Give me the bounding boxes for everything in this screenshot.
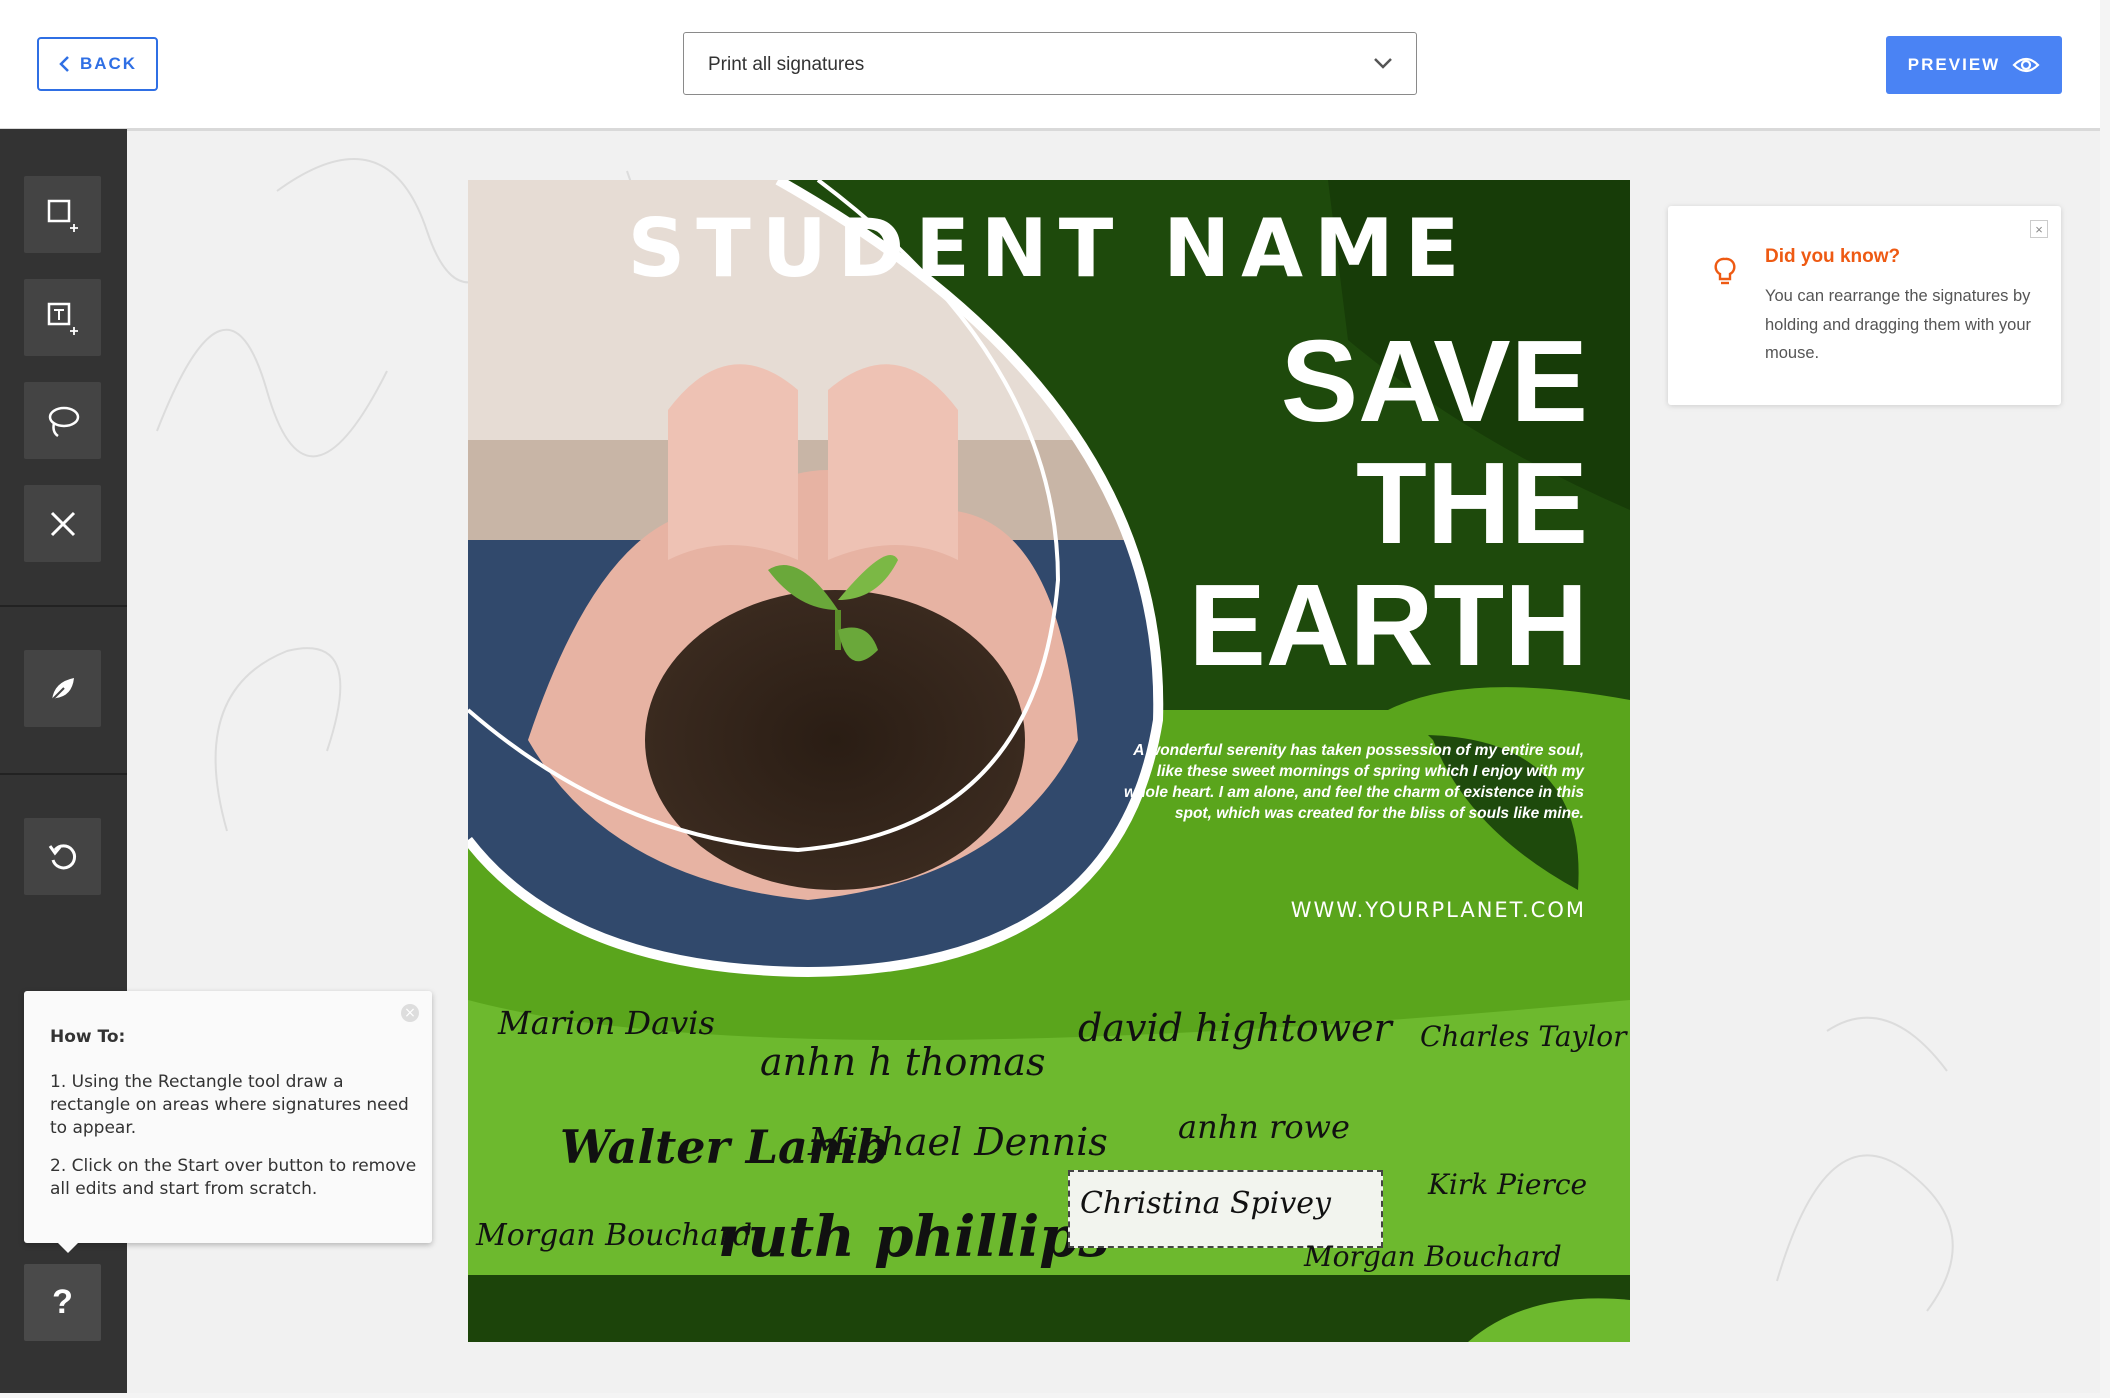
top-toolbar: BACK Print all signatures PREVIEW [0, 0, 2100, 131]
signature-item[interactable]: Marion Davis [498, 1004, 715, 1042]
back-button[interactable]: BACK [37, 37, 158, 91]
text-box-plus-icon [47, 302, 78, 335]
poster-headline: SAVE THE EARTH [1188, 320, 1588, 686]
headline-the: THE [1356, 438, 1588, 568]
signature-item[interactable]: anhn h thomas [760, 1040, 1046, 1084]
poster-document[interactable]: STUDENT NAME SAVE THE EARTH A wonderful … [468, 180, 1630, 1342]
selected-signature-box[interactable]: Christina Spivey [1068, 1170, 1383, 1248]
poster-url: WWW.YOURPLANET.COM [1290, 898, 1586, 922]
signature-feather-tool[interactable] [24, 650, 101, 727]
print-options-select[interactable]: Print all signatures [683, 32, 1417, 95]
back-label: BACK [79, 54, 138, 73]
did-you-know-tip: × Did you know? You can rearrange the si… [1668, 206, 2061, 405]
close-icon [50, 511, 75, 536]
help-button[interactable]: ? [24, 1264, 101, 1341]
chevron-left-icon [59, 56, 69, 72]
how-to-panel: × How To: 1. Using the Rectangle tool dr… [24, 991, 432, 1253]
signature-item[interactable]: Charles Taylor [1420, 1020, 1627, 1053]
close-icon[interactable]: × [401, 1004, 419, 1022]
poster-body-text: A wonderful serenity has taken possessio… [1124, 742, 1584, 822]
signature-item[interactable]: Morgan Bouchard [1304, 1240, 1562, 1273]
signature-item[interactable]: anhn rowe [1178, 1108, 1350, 1146]
close-icon[interactable]: × [2030, 220, 2048, 238]
add-text-tool[interactable] [24, 279, 101, 356]
eye-icon [2012, 57, 2040, 73]
preview-label: PREVIEW [1907, 55, 2001, 74]
sidebar-divider [0, 773, 127, 775]
signature-item[interactable]: david hightower [1078, 1006, 1392, 1050]
chevron-down-icon [1374, 58, 1392, 69]
undo-icon [48, 843, 76, 869]
tip-title: Did you know? [1765, 246, 1901, 267]
lightbulb-icon [1714, 257, 1736, 285]
how-to-title: How To: [50, 1027, 126, 1047]
print-select-value: Print all signatures [708, 54, 865, 75]
selected-signature-text: Christina Spivey [1080, 1186, 1332, 1221]
feather-icon [48, 677, 74, 703]
sidebar-divider [0, 605, 127, 607]
preview-button[interactable]: PREVIEW [1886, 36, 2062, 94]
how-to-step-1: 1. Using the Rectangle tool draw a recta… [50, 1072, 409, 1138]
rectangle-plus-icon [47, 199, 78, 232]
add-rectangle-tool[interactable] [24, 176, 101, 253]
delete-tool[interactable] [24, 485, 101, 562]
headline-save: SAVE [1280, 316, 1588, 446]
tip-body: You can rearrange the signatures by hold… [1765, 287, 2032, 362]
signature-item[interactable]: Morgan Bouchard [476, 1218, 752, 1253]
signature-item[interactable]: Kirk Pierce [1428, 1168, 1587, 1201]
undo-tool[interactable] [24, 818, 101, 895]
signature-item[interactable]: Michael Dennis [808, 1120, 1108, 1164]
lasso-tool[interactable] [24, 382, 101, 459]
headline-earth: EARTH [1188, 560, 1588, 690]
how-to-step-2: 2. Click on the Start over button to rem… [50, 1156, 417, 1199]
poster-student-name: STUDENT NAME [627, 202, 1471, 295]
signature-item[interactable]: ruth phillips [718, 1204, 1110, 1270]
lasso-icon [48, 406, 79, 437]
